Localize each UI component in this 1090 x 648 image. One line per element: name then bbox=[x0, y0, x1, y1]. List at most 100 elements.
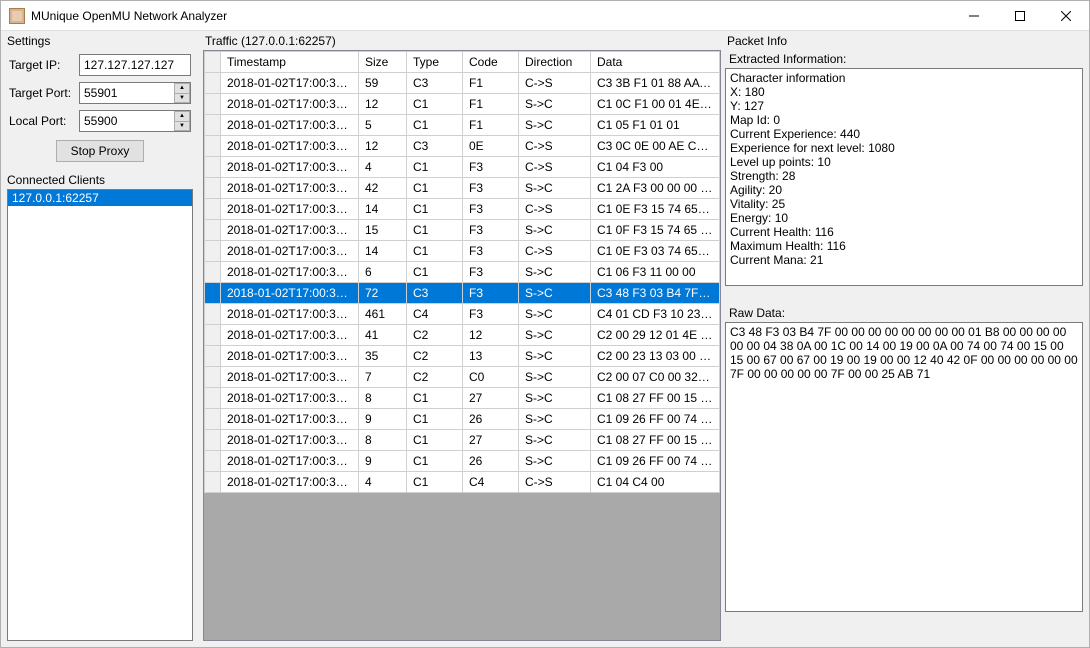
table-row[interactable]: 2018-01-02T17:00:33....14C1F3C->SC1 0E F… bbox=[205, 199, 720, 220]
table-cell[interactable]: 2018-01-02T17:00:33.... bbox=[221, 241, 359, 262]
client-item[interactable]: 127.0.0.1:62257 bbox=[8, 190, 192, 206]
table-cell[interactable]: F1 bbox=[463, 73, 519, 94]
col-timestamp[interactable]: Timestamp bbox=[221, 52, 359, 73]
table-cell[interactable]: F3 bbox=[463, 220, 519, 241]
table-cell[interactable]: 2018-01-02T17:00:33.... bbox=[221, 115, 359, 136]
table-cell[interactable]: 461 bbox=[359, 304, 407, 325]
table-cell[interactable]: 2018-01-02T17:00:33.... bbox=[221, 283, 359, 304]
table-cell[interactable]: 2018-01-02T17:00:32.... bbox=[221, 73, 359, 94]
table-cell[interactable]: 13 bbox=[463, 346, 519, 367]
extracted-info-box[interactable] bbox=[725, 68, 1083, 286]
table-cell[interactable]: 2018-01-02T17:00:32.... bbox=[221, 94, 359, 115]
table-cell[interactable]: 5 bbox=[359, 115, 407, 136]
table-cell[interactable]: 4 bbox=[359, 157, 407, 178]
table-cell[interactable]: 2018-01-02T17:00:33.... bbox=[221, 136, 359, 157]
table-cell[interactable]: C3 bbox=[407, 73, 463, 94]
table-cell[interactable]: C1 bbox=[407, 94, 463, 115]
table-cell[interactable]: 9 bbox=[359, 451, 407, 472]
table-cell[interactable]: F3 bbox=[463, 178, 519, 199]
table-cell[interactable]: F1 bbox=[463, 94, 519, 115]
table-cell[interactable]: C1 bbox=[407, 388, 463, 409]
minimize-button[interactable] bbox=[951, 1, 997, 31]
table-cell[interactable]: C1 2A F3 00 00 00 01 00... bbox=[591, 178, 720, 199]
table-cell[interactable]: 26 bbox=[463, 451, 519, 472]
table-cell[interactable]: C1 bbox=[407, 409, 463, 430]
table-cell[interactable]: 2018-01-02T17:00:34.... bbox=[221, 388, 359, 409]
table-cell[interactable]: S->C bbox=[519, 178, 591, 199]
table-cell[interactable]: C1 0E F3 15 74 65 73 74... bbox=[591, 199, 720, 220]
table-cell[interactable]: 2018-01-02T17:00:37.... bbox=[221, 451, 359, 472]
local-port-up[interactable]: ▲ bbox=[174, 111, 190, 122]
table-cell[interactable]: 4 bbox=[359, 472, 407, 493]
table-cell[interactable]: S->C bbox=[519, 220, 591, 241]
table-cell[interactable]: 8 bbox=[359, 388, 407, 409]
table-cell[interactable]: C4 01 CD F3 10 23 1D 1... bbox=[591, 304, 720, 325]
stop-proxy-button[interactable]: Stop Proxy bbox=[56, 140, 145, 162]
table-cell[interactable]: 8 bbox=[359, 430, 407, 451]
table-cell[interactable]: F3 bbox=[463, 304, 519, 325]
table-row[interactable]: 2018-01-02T17:00:37....9C126S->CC1 09 26… bbox=[205, 451, 720, 472]
table-cell[interactable]: C1 08 27 FF 00 15 00 19 bbox=[591, 388, 720, 409]
table-cell[interactable]: 2018-01-02T17:00:33.... bbox=[221, 178, 359, 199]
table-row[interactable]: 2018-01-02T17:00:33....42C1F3S->CC1 2A F… bbox=[205, 178, 720, 199]
table-cell[interactable]: C1 bbox=[407, 451, 463, 472]
table-cell[interactable]: C->S bbox=[519, 472, 591, 493]
table-cell[interactable]: C3 bbox=[407, 136, 463, 157]
table-cell[interactable]: 9 bbox=[359, 409, 407, 430]
table-cell[interactable]: C2 00 07 C0 00 32 00 bbox=[591, 367, 720, 388]
table-cell[interactable]: C1 04 C4 00 bbox=[591, 472, 720, 493]
table-cell[interactable]: S->C bbox=[519, 325, 591, 346]
table-cell[interactable]: 2018-01-02T17:00:37.... bbox=[221, 430, 359, 451]
table-cell[interactable]: C1 bbox=[407, 157, 463, 178]
table-cell[interactable]: S->C bbox=[519, 367, 591, 388]
col-direction[interactable]: Direction bbox=[519, 52, 591, 73]
table-cell[interactable]: F3 bbox=[463, 241, 519, 262]
table-cell[interactable]: C2 00 29 12 01 4E 34 B4... bbox=[591, 325, 720, 346]
table-cell[interactable]: 27 bbox=[463, 430, 519, 451]
table-cell[interactable]: C1 bbox=[407, 472, 463, 493]
table-cell[interactable]: C3 3B F1 01 88 AA D8 8... bbox=[591, 73, 720, 94]
table-row[interactable]: 2018-01-02T17:00:33....41C212S->CC2 00 2… bbox=[205, 325, 720, 346]
table-cell[interactable]: S->C bbox=[519, 115, 591, 136]
table-cell[interactable]: 2018-01-02T17:00:33.... bbox=[221, 346, 359, 367]
table-cell[interactable]: C->S bbox=[519, 73, 591, 94]
table-row[interactable]: 2018-01-02T17:00:34....8C127S->CC1 08 27… bbox=[205, 388, 720, 409]
table-cell[interactable]: C4 bbox=[463, 472, 519, 493]
table-cell[interactable]: C1 06 F3 11 00 00 bbox=[591, 262, 720, 283]
table-cell[interactable]: C1 bbox=[407, 220, 463, 241]
table-cell[interactable]: C1 bbox=[407, 241, 463, 262]
table-cell[interactable]: C1 bbox=[407, 199, 463, 220]
table-cell[interactable]: 2018-01-02T17:00:34.... bbox=[221, 409, 359, 430]
table-cell[interactable]: C2 bbox=[407, 367, 463, 388]
table-cell[interactable]: C1 bbox=[407, 178, 463, 199]
table-row[interactable]: 2018-01-02T17:00:33....6C1F3S->CC1 06 F3… bbox=[205, 262, 720, 283]
table-cell[interactable]: C1 bbox=[407, 262, 463, 283]
table-cell[interactable]: F3 bbox=[463, 262, 519, 283]
table-cell[interactable]: C->S bbox=[519, 157, 591, 178]
clients-list[interactable]: 127.0.0.1:62257 bbox=[7, 189, 193, 641]
table-cell[interactable]: 7 bbox=[359, 367, 407, 388]
target-port-up[interactable]: ▲ bbox=[174, 83, 190, 94]
table-cell[interactable]: C->S bbox=[519, 136, 591, 157]
table-cell[interactable]: C2 bbox=[407, 325, 463, 346]
table-cell[interactable]: 6 bbox=[359, 262, 407, 283]
table-cell[interactable]: 2018-01-02T17:00:33.... bbox=[221, 262, 359, 283]
table-cell[interactable]: 2018-01-02T17:00:33.... bbox=[221, 325, 359, 346]
table-row[interactable]: 2018-01-02T17:00:32....59C3F1C->SC3 3B F… bbox=[205, 73, 720, 94]
table-row[interactable]: 2018-01-02T17:00:33....14C1F3C->SC1 0E F… bbox=[205, 241, 720, 262]
table-cell[interactable]: 2018-01-02T17:00:33.... bbox=[221, 367, 359, 388]
table-row[interactable]: 2018-01-02T17:00:33....5C1F1S->CC1 05 F1… bbox=[205, 115, 720, 136]
table-cell[interactable]: C1 09 26 FF 00 74 00 00... bbox=[591, 409, 720, 430]
table-cell[interactable]: 14 bbox=[359, 241, 407, 262]
raw-data-box[interactable] bbox=[725, 322, 1083, 612]
table-cell[interactable]: S->C bbox=[519, 388, 591, 409]
col-type[interactable]: Type bbox=[407, 52, 463, 73]
table-cell[interactable]: 2018-01-02T17:00:33.... bbox=[221, 220, 359, 241]
table-cell[interactable]: C2 00 23 13 03 00 0C 00... bbox=[591, 346, 720, 367]
table-cell[interactable]: 2018-01-02T17:00:33.... bbox=[221, 304, 359, 325]
table-cell[interactable]: S->C bbox=[519, 409, 591, 430]
table-cell[interactable]: C1 09 26 FF 00 74 00 00... bbox=[591, 451, 720, 472]
table-cell[interactable]: F3 bbox=[463, 157, 519, 178]
table-cell[interactable]: 26 bbox=[463, 409, 519, 430]
table-cell[interactable]: S->C bbox=[519, 283, 591, 304]
